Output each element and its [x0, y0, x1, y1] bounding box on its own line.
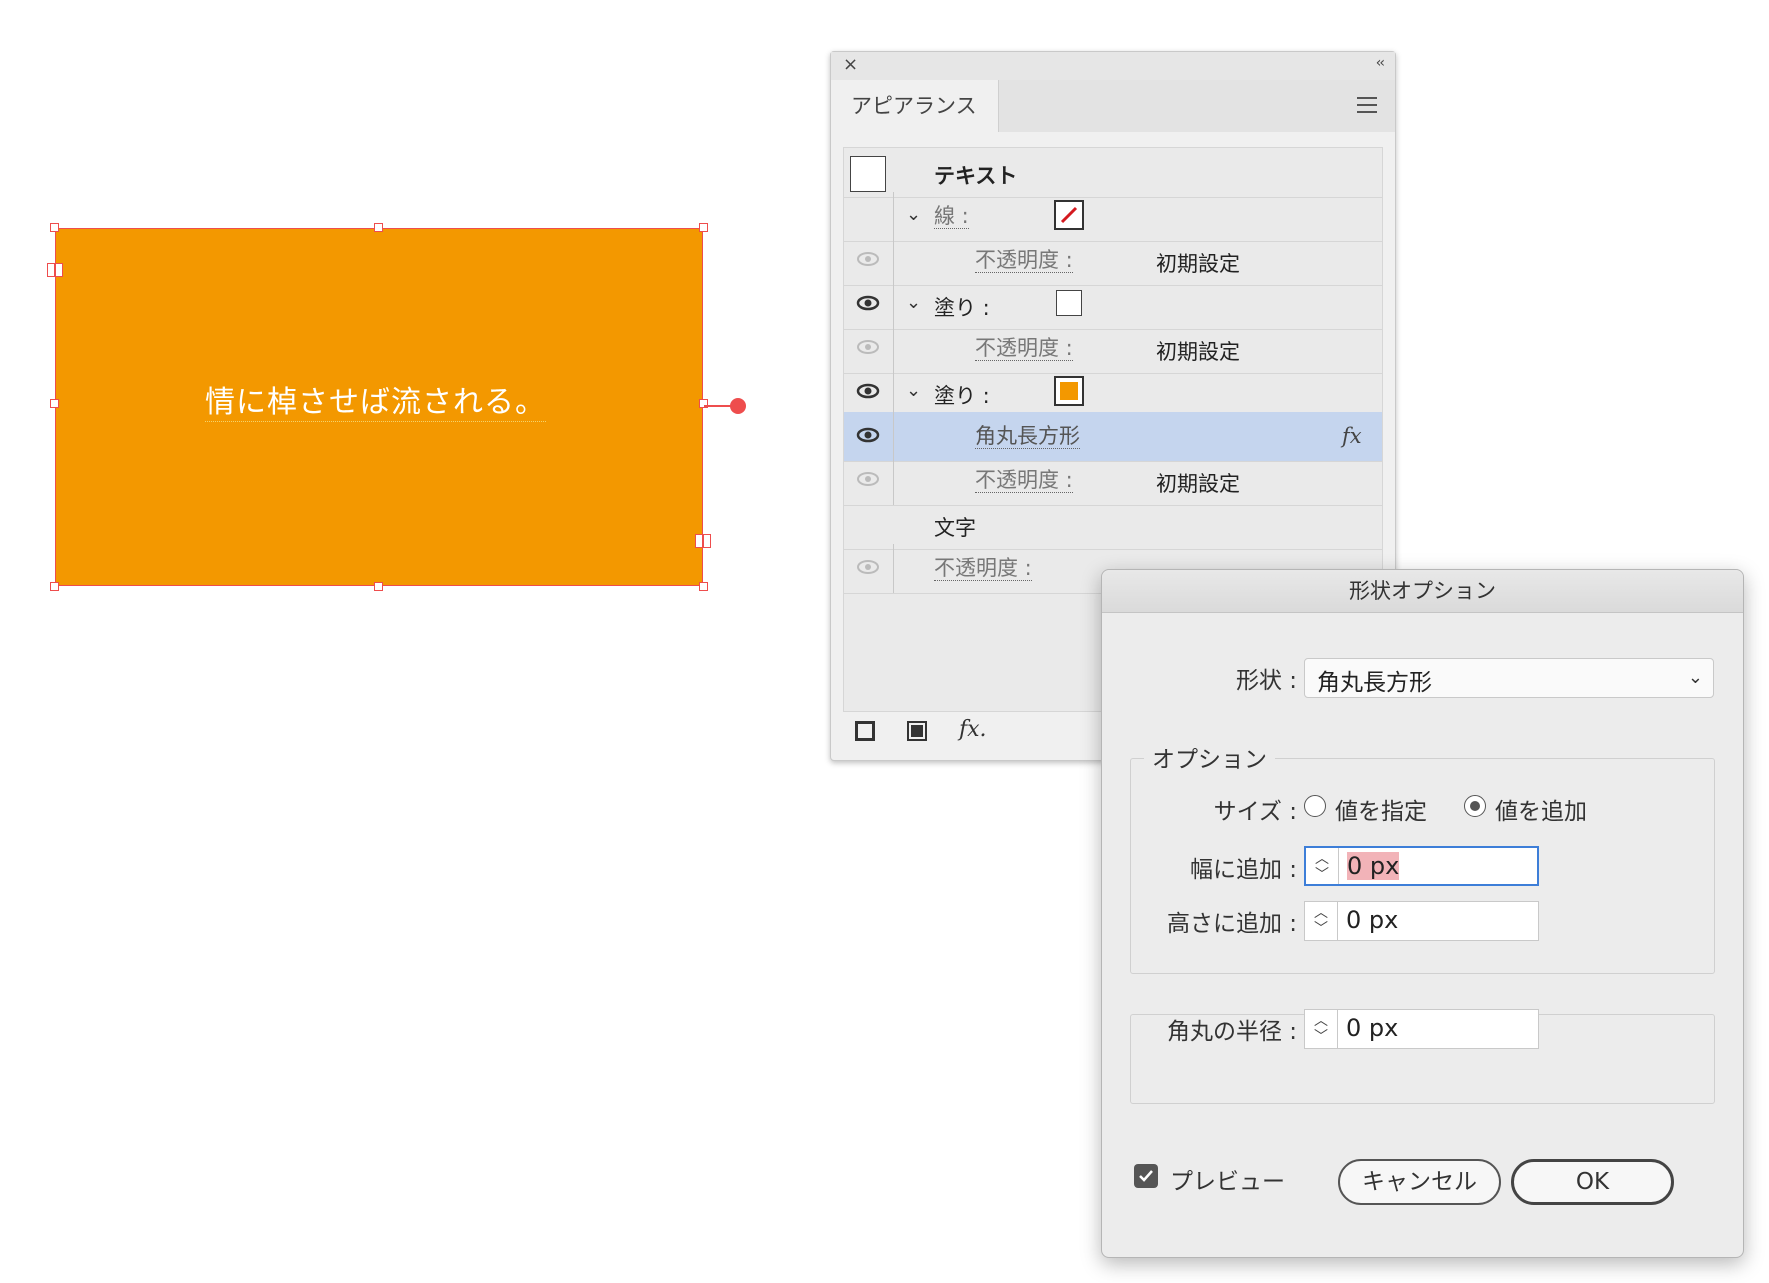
- appearance-row-effect-rounded-rect[interactable]: 角丸長方形 fx: [844, 412, 1382, 462]
- appearance-row-fill-2[interactable]: ⌄ 塗り :: [844, 368, 1382, 418]
- ok-button[interactable]: OK: [1511, 1159, 1674, 1205]
- visibility-cell[interactable]: [844, 192, 894, 241]
- panel-tabbar: アピアランス: [831, 80, 1395, 132]
- resize-handle-bottom-left[interactable]: [50, 582, 59, 591]
- shape-options-dialog: 形状オプション 形状 : 角丸長方形 ⌄ オプション サイズ : 値を指定 値を…: [1101, 569, 1744, 1258]
- cancel-button[interactable]: キャンセル: [1338, 1159, 1501, 1205]
- chevron-down-icon: ⌄: [1687, 667, 1703, 688]
- eye-icon: [856, 383, 880, 399]
- radio-add-value-label[interactable]: 値を追加: [1495, 792, 1587, 826]
- visibility-cell[interactable]: [844, 324, 894, 373]
- add-width-value: 0 px: [1347, 852, 1400, 880]
- chevron-down-icon[interactable]: ⌄: [906, 380, 921, 401]
- opacity-label[interactable]: 不透明度 :: [975, 468, 1073, 493]
- visibility-cell[interactable]: [844, 456, 894, 505]
- text-object-title: テキスト: [934, 164, 1018, 188]
- stroke-label[interactable]: 線 :: [934, 204, 969, 229]
- corner-radius-value: 0 px: [1346, 1014, 1399, 1042]
- add-effect-fx-icon[interactable]: fx.: [959, 717, 987, 742]
- panel-titlebar[interactable]: × ‹‹: [831, 52, 1395, 81]
- fx-icon[interactable]: fx: [1342, 424, 1362, 448]
- preview-checkbox[interactable]: [1134, 1164, 1158, 1188]
- visibility-cell[interactable]: [844, 544, 894, 593]
- dialog-title[interactable]: 形状オプション: [1102, 570, 1743, 613]
- chevron-down-icon[interactable]: ⌄: [906, 204, 921, 225]
- corner-radius-field[interactable]: ︿ ﹀ 0 px: [1304, 1009, 1539, 1049]
- area-type-text[interactable]: 情に棹させば流される。: [205, 385, 546, 422]
- stepper-icon[interactable]: ︿ ﹀: [1306, 848, 1339, 884]
- size-label: サイズ :: [1213, 799, 1297, 825]
- fill-label[interactable]: 塗り :: [934, 292, 990, 322]
- visibility-cell[interactable]: [844, 368, 894, 417]
- add-width-field[interactable]: ︿ ﹀ 0 px: [1304, 846, 1539, 886]
- fill-label[interactable]: 塗り :: [934, 380, 990, 410]
- resize-handle-left[interactable]: [50, 399, 59, 408]
- resize-handle-top-right[interactable]: [699, 223, 708, 232]
- visibility-cell[interactable]: [844, 412, 894, 461]
- effect-label[interactable]: 角丸長方形: [975, 424, 1080, 449]
- preview-label[interactable]: プレビュー: [1170, 1162, 1285, 1196]
- add-width-label: 幅に追加 :: [1189, 857, 1297, 883]
- opacity-label[interactable]: 不透明度 :: [975, 336, 1073, 361]
- chevron-down-icon[interactable]: ⌄: [906, 292, 921, 313]
- options-legend: オプション: [1144, 740, 1275, 774]
- resize-handle-top-left[interactable]: [50, 223, 59, 232]
- appearance-row-opacity-3[interactable]: 不透明度 : 初期設定: [844, 456, 1382, 506]
- visibility-cell[interactable]: [844, 236, 894, 285]
- opacity-value: 初期設定: [1156, 340, 1240, 364]
- text-in-port[interactable]: [47, 263, 63, 277]
- tab-appearance[interactable]: アピアランス: [831, 80, 999, 132]
- collapse-icon[interactable]: ‹‹: [1376, 55, 1385, 71]
- eye-icon: [856, 427, 880, 443]
- add-new-fill-icon[interactable]: [907, 721, 927, 741]
- checkmark-icon: [1139, 1170, 1153, 1182]
- opacity-label[interactable]: 不透明度 :: [975, 248, 1073, 273]
- add-new-stroke-icon[interactable]: [855, 721, 875, 741]
- shape-label: 形状 :: [1235, 668, 1297, 694]
- eye-icon-hidden: [857, 252, 879, 266]
- appearance-row-opacity-1[interactable]: 不透明度 : 初期設定: [844, 236, 1382, 286]
- appearance-row-fill-1[interactable]: ⌄ 塗り :: [844, 280, 1382, 330]
- radio-specify-value-label[interactable]: 値を指定: [1335, 792, 1427, 826]
- resize-handle-bottom-right[interactable]: [699, 582, 708, 591]
- characters-label: 文字: [934, 516, 976, 540]
- eye-icon-hidden: [857, 340, 879, 354]
- appearance-row-text[interactable]: テキスト: [844, 148, 1382, 198]
- text-out-port[interactable]: [695, 534, 711, 548]
- hamburger-menu-icon[interactable]: [1357, 97, 1377, 118]
- opacity-value: 初期設定: [1156, 472, 1240, 496]
- fill-swatch-orange[interactable]: [1054, 376, 1084, 406]
- resize-handle-top[interactable]: [374, 223, 383, 232]
- radio-add-value[interactable]: [1464, 795, 1486, 817]
- add-height-value: 0 px: [1346, 906, 1399, 934]
- add-height-label: 高さに追加 :: [1166, 911, 1297, 937]
- add-height-field[interactable]: ︿ ﹀ 0 px: [1304, 901, 1539, 941]
- stroke-swatch-none[interactable]: [1054, 200, 1084, 230]
- eye-icon-hidden: [857, 472, 879, 486]
- orange-color-chip: [1060, 382, 1078, 400]
- resize-handle-bottom[interactable]: [374, 582, 383, 591]
- corner-radius-label: 角丸の半径 :: [1166, 1019, 1297, 1045]
- rotation-handle[interactable]: [730, 398, 746, 414]
- appearance-row-opacity-2[interactable]: 不透明度 : 初期設定: [844, 324, 1382, 374]
- visibility-cell[interactable]: [844, 280, 894, 329]
- appearance-row-stroke[interactable]: ⌄ 線 :: [844, 192, 1382, 242]
- stepper-icon[interactable]: ︿ ﹀: [1305, 902, 1338, 940]
- eye-icon-hidden: [857, 560, 879, 574]
- opacity-value: 初期設定: [1156, 252, 1240, 276]
- appearance-row-characters[interactable]: 文字: [844, 500, 1382, 550]
- none-slash-icon: [1060, 206, 1078, 224]
- close-icon[interactable]: ×: [843, 54, 858, 75]
- shape-select[interactable]: 角丸長方形 ⌄: [1304, 658, 1714, 698]
- shape-select-value: 角丸長方形: [1317, 670, 1432, 696]
- opacity-label[interactable]: 不透明度 :: [934, 556, 1032, 581]
- object-thumbnail: [850, 156, 886, 192]
- radio-specify-value[interactable]: [1304, 795, 1326, 817]
- fill-swatch-white[interactable]: [1056, 290, 1082, 316]
- stepper-icon[interactable]: ︿ ﹀: [1305, 1010, 1338, 1048]
- eye-icon: [856, 295, 880, 311]
